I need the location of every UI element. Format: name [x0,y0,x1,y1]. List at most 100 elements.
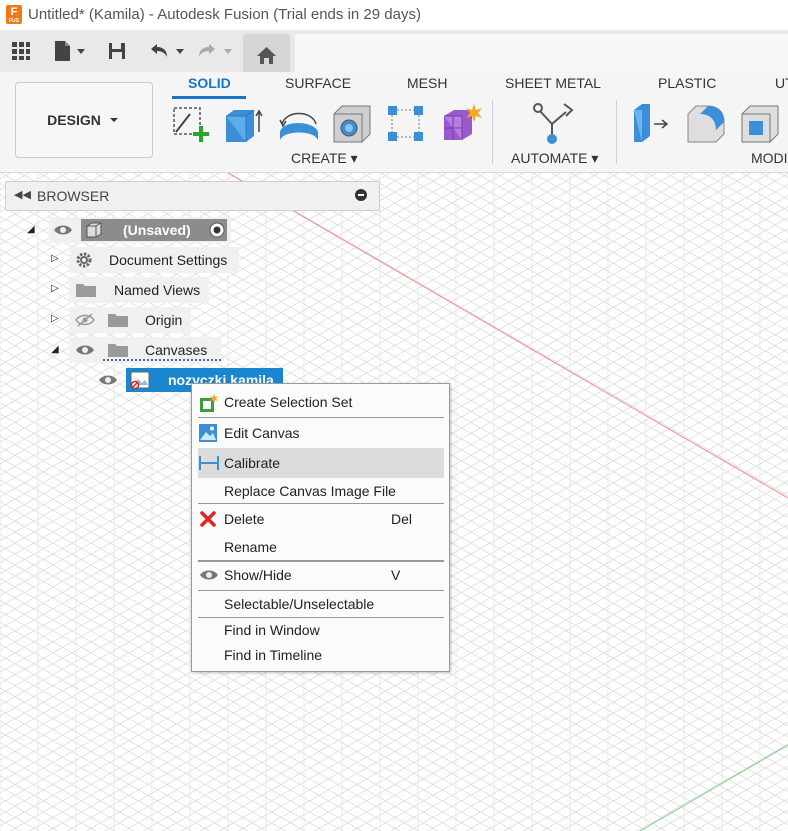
menu-item-selectable-unselectable[interactable]: Selectable/Unselectable [198,590,444,618]
tab-solid[interactable]: SOLID [188,75,231,91]
menu-item-calibrate[interactable]: Calibrate [198,448,444,478]
home-tab[interactable] [243,34,290,72]
tab-utilities[interactable]: UT [775,75,788,91]
grid-line [684,173,788,233]
fusion-app-icon: F FUS [6,5,22,24]
caret-down-icon [109,118,118,122]
create-group-menu[interactable]: CREATE ▾ [291,150,358,167]
tab-mesh[interactable]: MESH [407,75,447,91]
grid-line [399,173,788,398]
menu-item-rename[interactable]: Rename [198,533,444,561]
menu-item-create-selection-set[interactable]: Create Selection Set [198,388,444,416]
ribbon: DESIGN SOLID SURFACE MESH SHEET METAL PL… [0,72,788,173]
menu-item-edit-canvas[interactable]: Edit Canvas [198,419,444,447]
document-tab-area [295,34,788,72]
menu-item-show-hide[interactable]: Show/Hide V [198,561,444,589]
folder-icon [107,312,129,331]
grid-line [570,173,788,299]
gear-icon [75,251,93,272]
grid-line [589,173,788,288]
eye-icon[interactable] [98,373,118,390]
browser-item-label: Origin [145,312,183,328]
hidden-eye-icon[interactable] [75,313,95,330]
selection-set-icon [199,393,218,412]
grid-line [513,173,788,332]
browser-item-label: Named Views [114,282,201,298]
expanded-arrow-icon[interactable]: ◢ [51,344,59,355]
hole-icon[interactable] [330,102,372,144]
automate-group-menu[interactable]: AUTOMATE ▾ [511,150,598,167]
home-icon [257,47,276,64]
press-pull-icon[interactable] [630,102,672,144]
pattern-icon[interactable] [384,102,426,144]
browser-title: BROWSER [37,188,110,204]
browser-item-label: Document Settings [109,252,228,268]
browser-item-document-settings[interactable]: ▷ Document Settings [45,247,245,273]
eye-icon [199,568,218,586]
canvas-image-icon [130,371,150,392]
grid-line [551,173,788,310]
canvas-image-icon [199,424,217,442]
browser-root-node[interactable]: ◢ (Unsaved) [25,217,235,243]
grid-line [627,173,788,266]
menu-item-replace-canvas-image-file[interactable]: Replace Canvas Image File [198,477,444,505]
redo-icon[interactable] [194,36,236,66]
tab-surface[interactable]: SURFACE [285,75,351,91]
root-node-label: (Unsaved) [123,222,191,238]
grid-line [0,173,30,191]
revolve-icon[interactable] [276,102,318,144]
browser-panel-header: ◀◀ BROWSER [5,181,380,211]
collapse-panel-icon[interactable]: ◀◀ [14,188,31,201]
browser-item-label: Canvases [145,342,208,358]
grid-line [437,173,788,376]
file-menu-icon[interactable] [50,36,88,66]
grid-line [741,173,788,201]
grid-line [0,173,49,202]
browser-item-canvases[interactable]: ◢ Canvases [45,337,225,363]
menu-item-find-in-window[interactable]: Find in Window [198,616,444,644]
grid-line [760,173,788,190]
eye-icon[interactable] [53,223,73,240]
title-bar: F FUS Untitled* (Kamila) - Autodesk Fusio… [0,0,788,30]
calibrate-icon [199,454,219,472]
menu-item-delete[interactable]: Delete Del [198,505,444,533]
create-form-icon[interactable] [438,102,482,144]
menu-separator [198,503,444,504]
collapsed-arrow-icon[interactable]: ▷ [51,253,59,264]
activate-radio-icon[interactable] [209,222,225,241]
browser-item-origin[interactable]: ▷ Origin [45,307,205,333]
grid-line [703,173,788,222]
quick-access-toolbar [0,30,788,72]
fillet-icon[interactable] [684,102,726,144]
menu-separator [198,417,444,418]
grid-line [456,173,788,365]
automate-icon[interactable] [530,102,574,144]
tab-plastic[interactable]: PLASTIC [658,75,716,91]
delete-x-icon [199,510,217,528]
collapsed-arrow-icon[interactable]: ▷ [51,283,59,294]
context-menu: Create Selection Set Edit Canvas Calibra… [191,383,450,672]
ribbon-separator [616,100,617,164]
workspace-switcher-button[interactable]: DESIGN [15,82,153,158]
menu-item-find-in-timeline[interactable]: Find in Timeline [198,641,444,669]
grid-line [646,173,788,255]
shell-icon[interactable] [738,102,780,144]
modify-group-menu[interactable]: MODI [751,150,788,166]
grid-line [779,173,788,179]
undo-icon[interactable] [146,36,188,66]
ribbon-separator [492,100,493,164]
save-icon[interactable] [105,36,129,66]
component-box-icon [85,221,103,242]
extrude-icon[interactable] [222,102,264,144]
eye-icon[interactable] [75,343,95,360]
browser-item-named-views[interactable]: ▷ Named Views [45,277,225,303]
grid-line [494,173,788,343]
apps-grid-icon[interactable] [8,36,34,66]
create-sketch-icon[interactable] [168,102,210,144]
panel-minimize-icon[interactable] [355,189,367,201]
expanded-arrow-icon[interactable]: ◢ [27,224,35,235]
y-axis-line [639,744,788,831]
collapsed-arrow-icon[interactable]: ▷ [51,313,59,324]
tab-sheet-metal[interactable]: SHEET METAL [505,75,601,91]
folder-icon [75,282,97,301]
